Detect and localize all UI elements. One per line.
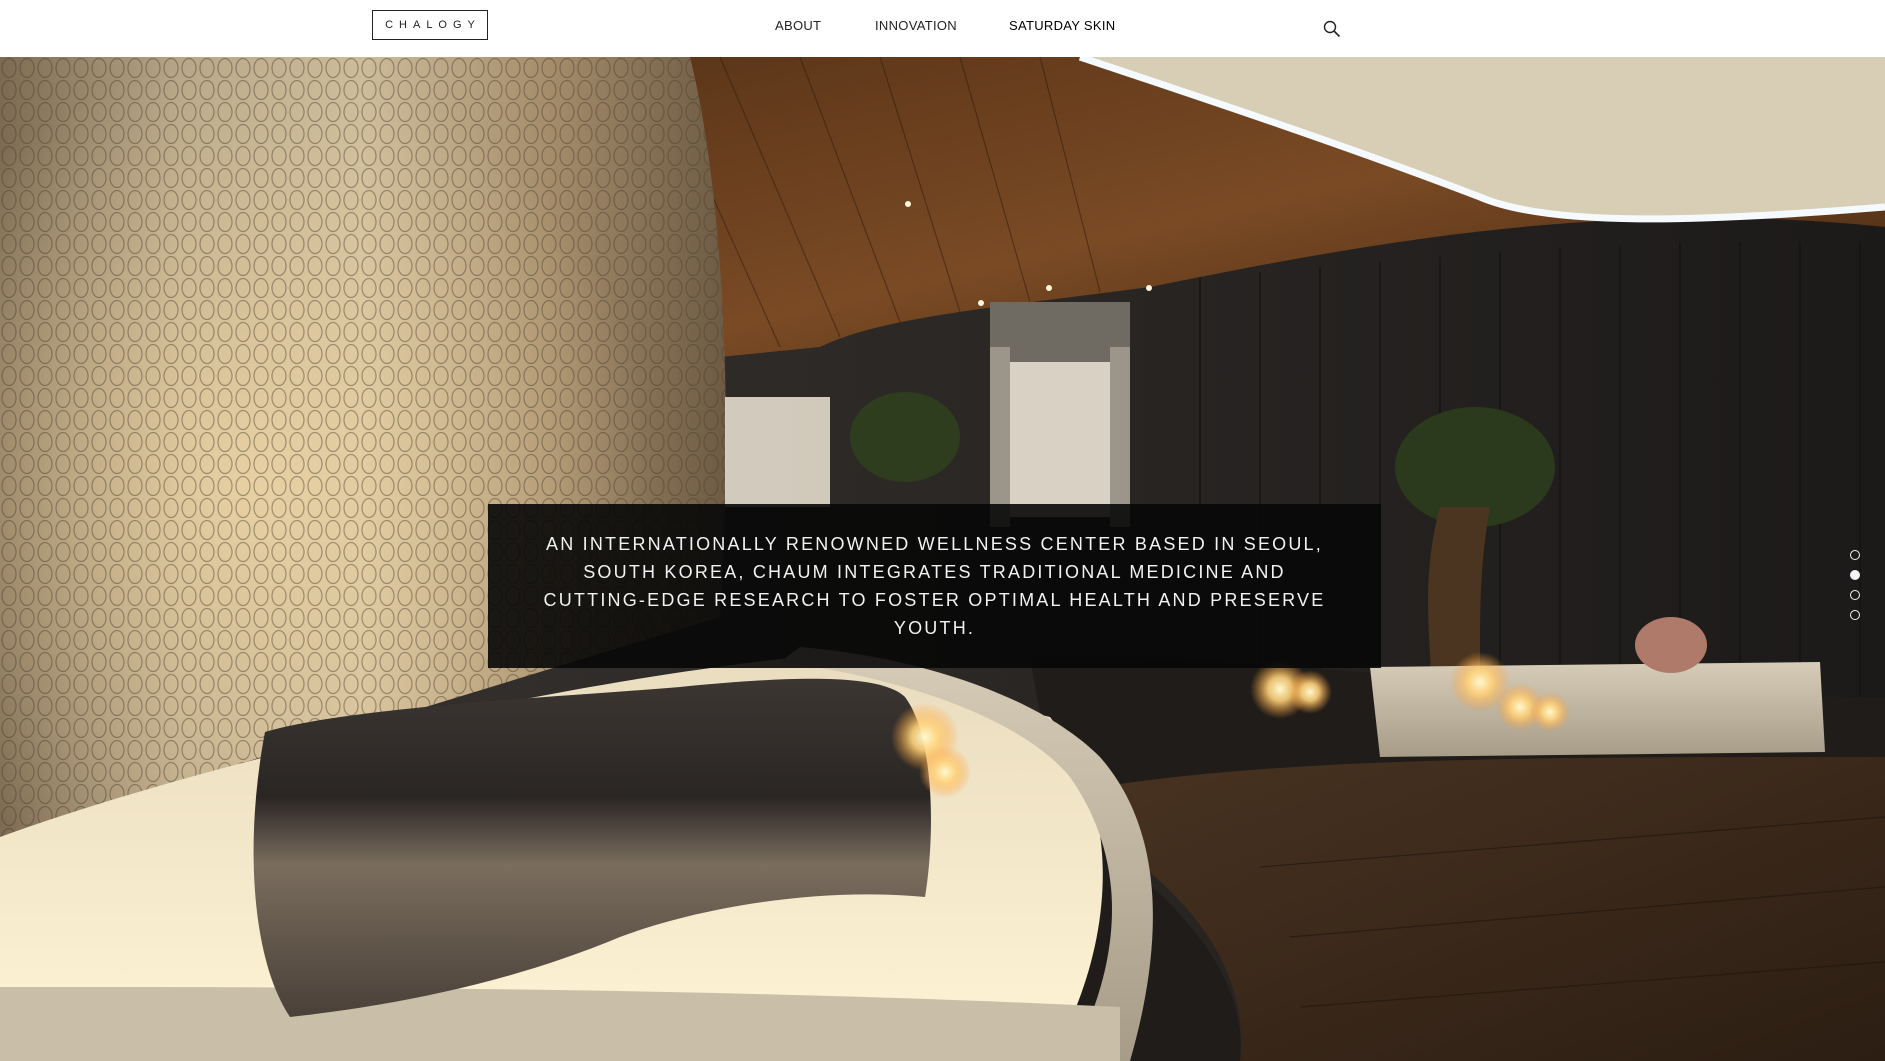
nav-saturday-skin[interactable]: SATURDAY SKIN xyxy=(1009,18,1115,33)
slide-dot-1[interactable] xyxy=(1850,550,1860,560)
hero-slideshow: AN INTERNATIONALLY RENOWNED WELLNESS CEN… xyxy=(0,57,1885,1061)
chalogy-logo[interactable]: CHALOGY xyxy=(372,10,488,40)
slide-pagination xyxy=(1850,550,1862,630)
site-header: CHALOGY ABOUT INNOVATION SATURDAY SKIN xyxy=(0,0,1885,57)
hero-caption-text: AN INTERNATIONALLY RENOWNED WELLNESS CEN… xyxy=(543,534,1326,638)
slide-dot-3[interactable] xyxy=(1850,590,1860,600)
nav-about[interactable]: ABOUT xyxy=(775,18,821,33)
nav-innovation[interactable]: INNOVATION xyxy=(875,18,957,33)
slide-dot-2-active[interactable] xyxy=(1850,570,1860,580)
slide-dot-4[interactable] xyxy=(1850,610,1860,620)
search-icon[interactable] xyxy=(1323,20,1341,38)
hero-caption-box: AN INTERNATIONALLY RENOWNED WELLNESS CEN… xyxy=(488,504,1381,668)
